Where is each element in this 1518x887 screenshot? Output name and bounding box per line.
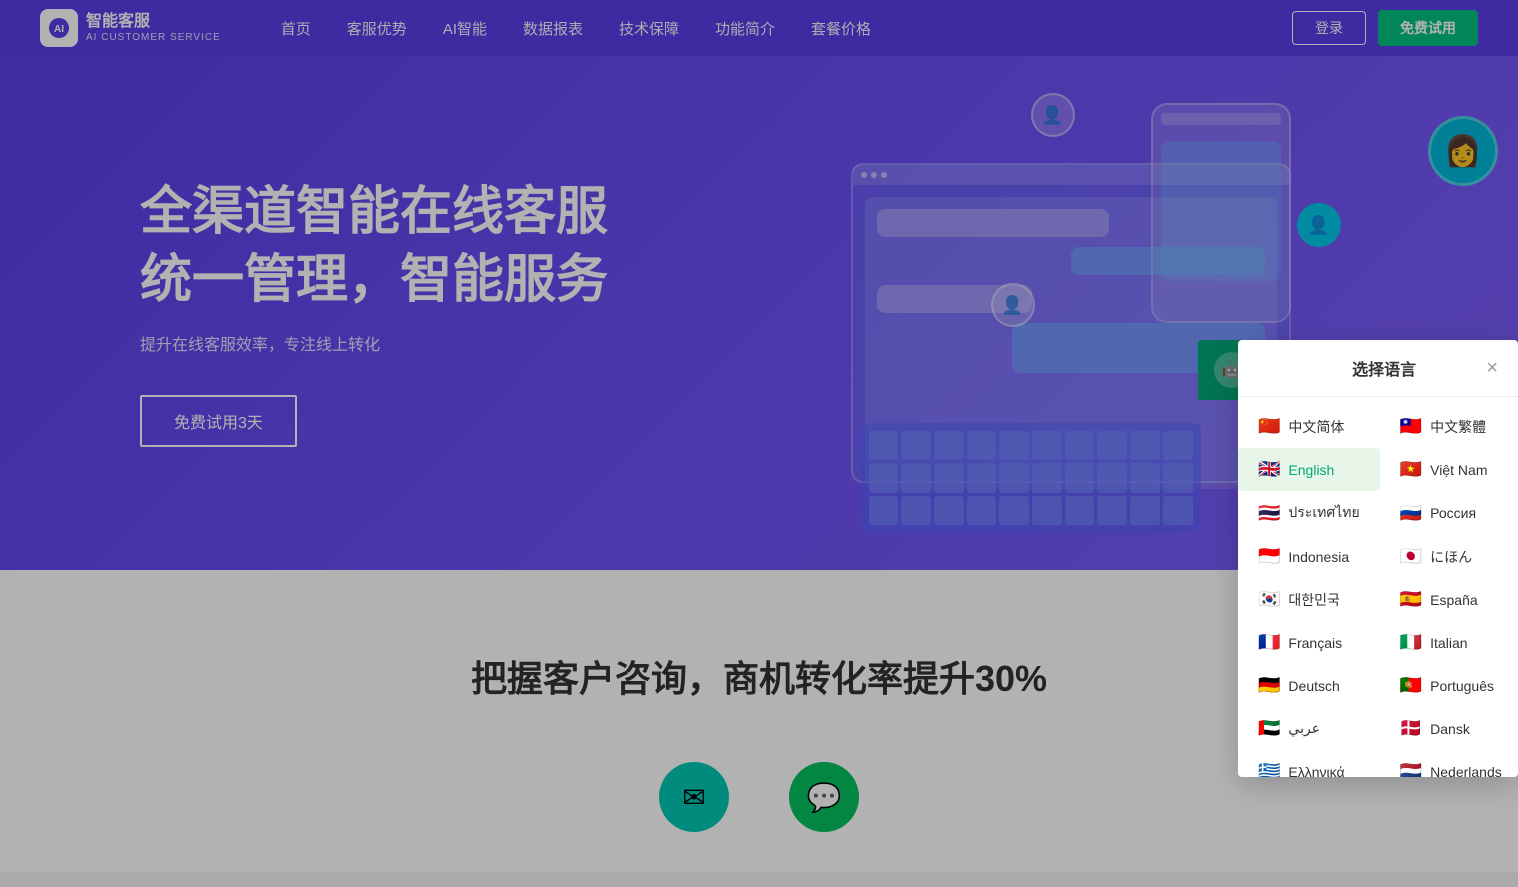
- lang-item-zh-cn[interactable]: 🇨🇳 中文简体: [1238, 405, 1380, 448]
- language-modal-header: 选择语言 ×: [1238, 340, 1518, 397]
- lang-label-zh-tw: 中文繁體: [1430, 417, 1486, 437]
- lang-label-ja: にほん: [1430, 547, 1472, 567]
- lang-label-it: Italian: [1430, 635, 1467, 651]
- lang-item-it[interactable]: 🇮🇹 Italian: [1380, 621, 1518, 664]
- flag-da: 🇩🇰: [1400, 718, 1422, 739]
- lang-item-el[interactable]: 🇬🇷 Ελληνικά: [1238, 750, 1380, 777]
- lang-label-vi: Việt Nam: [1430, 462, 1487, 478]
- language-modal-close[interactable]: ×: [1486, 358, 1498, 378]
- lang-label-ar: عربي: [1288, 720, 1320, 737]
- lang-item-ru[interactable]: 🇷🇺 Россия: [1380, 491, 1518, 535]
- lang-label-fr: Français: [1288, 635, 1342, 651]
- lang-item-ar[interactable]: 🇦🇪 عربي: [1238, 707, 1380, 750]
- lang-label-pt: Português: [1430, 678, 1494, 694]
- lang-label-id: Indonesia: [1288, 549, 1349, 565]
- lang-label-zh-cn: 中文简体: [1288, 417, 1344, 437]
- lang-label-ru: Россия: [1430, 505, 1476, 521]
- lang-item-ko[interactable]: 🇰🇷 대한민국: [1238, 578, 1380, 621]
- flag-zh-cn: 🇨🇳: [1258, 416, 1280, 437]
- flag-ar: 🇦🇪: [1258, 718, 1280, 739]
- flag-pt: 🇵🇹: [1400, 675, 1422, 696]
- lang-item-nl[interactable]: 🇳🇱 Nederlands: [1380, 750, 1518, 777]
- lang-item-id[interactable]: 🇮🇩 Indonesia: [1238, 535, 1380, 578]
- flag-id: 🇮🇩: [1258, 546, 1280, 567]
- lang-item-vi[interactable]: 🇻🇳 Việt Nam: [1380, 448, 1518, 491]
- lang-label-nl: Nederlands: [1430, 764, 1502, 778]
- flag-ru: 🇷🇺: [1400, 503, 1422, 524]
- flag-de: 🇩🇪: [1258, 675, 1280, 696]
- lang-item-de[interactable]: 🇩🇪 Deutsch: [1238, 664, 1380, 707]
- flag-el: 🇬🇷: [1258, 761, 1280, 777]
- language-modal-title: 选择语言: [1282, 356, 1486, 380]
- flag-nl: 🇳🇱: [1400, 761, 1422, 777]
- flag-zh-tw: 🇹🇼: [1400, 416, 1422, 437]
- lang-item-fr[interactable]: 🇫🇷 Français: [1238, 621, 1380, 664]
- flag-en: 🇬🇧: [1258, 459, 1280, 480]
- lang-item-es[interactable]: 🇪🇸 España: [1380, 578, 1518, 621]
- flag-ja: 🇯🇵: [1400, 546, 1422, 567]
- lang-item-th[interactable]: 🇹🇭 ประเทศไทย: [1238, 491, 1380, 535]
- flag-ko: 🇰🇷: [1258, 589, 1280, 610]
- flag-vi: 🇻🇳: [1400, 459, 1422, 480]
- flag-th: 🇹🇭: [1258, 503, 1280, 524]
- lang-label-da: Dansk: [1430, 721, 1470, 737]
- language-grid: 🇨🇳 中文简体 🇹🇼 中文繁體 🇬🇧 English 🇻🇳 Việt Nam 🇹🇭 ประเทศไ…: [1238, 397, 1518, 777]
- lang-label-de: Deutsch: [1288, 678, 1339, 694]
- lang-label-th: ประเทศไทย: [1288, 502, 1359, 524]
- lang-item-da[interactable]: 🇩🇰 Dansk: [1380, 707, 1518, 750]
- language-modal: 选择语言 × 🇨🇳 中文简体 🇹🇼 中文繁體 🇬🇧 English 🇻🇳 Việt Nam 🇹🇭…: [1238, 340, 1518, 777]
- lang-label-el: Ελληνικά: [1288, 764, 1344, 778]
- lang-label-es: España: [1430, 592, 1477, 608]
- flag-it: 🇮🇹: [1400, 632, 1422, 653]
- lang-label-ko: 대한민국: [1288, 590, 1340, 610]
- lang-item-en[interactable]: 🇬🇧 English: [1238, 448, 1380, 491]
- lang-item-ja[interactable]: 🇯🇵 にほん: [1380, 535, 1518, 578]
- flag-fr: 🇫🇷: [1258, 632, 1280, 653]
- flag-es: 🇪🇸: [1400, 589, 1422, 610]
- lang-item-zh-tw[interactable]: 🇹🇼 中文繁體: [1380, 405, 1518, 448]
- language-modal-overlay[interactable]: 选择语言 × 🇨🇳 中文简体 🇹🇼 中文繁體 🇬🇧 English 🇻🇳 Việt Nam 🇹🇭…: [0, 0, 1518, 887]
- lang-label-en: English: [1288, 462, 1334, 478]
- lang-item-pt[interactable]: 🇵🇹 Português: [1380, 664, 1518, 707]
